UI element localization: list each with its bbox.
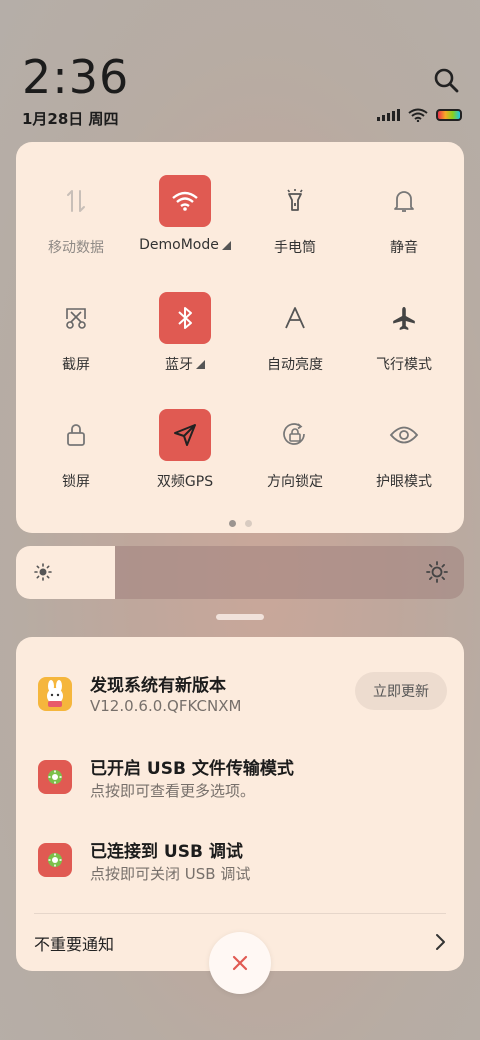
notification-title: 已连接到 USB 调试: [90, 842, 243, 862]
tile-label: 移动数据: [48, 240, 104, 256]
tile-auto-brightness[interactable]: 自动亮度: [240, 292, 350, 402]
bell-icon: [378, 175, 430, 227]
notification-panel: 发现系统有新版本 V12.0.6.0.QFKCNXM 立即更新 已开启 USB …: [16, 637, 464, 971]
tile-label: DemoMode: [139, 237, 219, 253]
tile-label: 方向锁定: [267, 474, 323, 490]
page-indicator: [16, 520, 464, 527]
notification-title: 发现系统有新版本: [90, 676, 226, 696]
search-icon: [434, 68, 459, 93]
tile-gps[interactable]: 双频GPS: [130, 409, 240, 519]
tile-label: 截屏: [62, 357, 90, 373]
tile-label-row: 蓝牙: [165, 354, 205, 374]
tile-label: 自动亮度: [267, 357, 323, 373]
notification-usb-debug[interactable]: 已连接到 USB 调试 点按即可关闭 USB 调试: [16, 831, 464, 901]
bluetooth-icon: [159, 292, 211, 344]
expand-triangle-icon[interactable]: [196, 359, 205, 369]
close-icon: [232, 955, 248, 971]
brightness-slider[interactable]: [16, 546, 464, 599]
tile-airplane[interactable]: 飞行模式: [349, 292, 459, 402]
cellular-signal-icon: [377, 109, 400, 121]
date: 1月28日 周四: [22, 110, 119, 128]
expand-triangle-icon[interactable]: [221, 240, 231, 250]
clock: 2:36: [22, 50, 130, 104]
tile-wifi[interactable]: DemoMode: [130, 175, 240, 285]
notification-subtitle: 点按即可查看更多选项。: [90, 782, 256, 800]
airplane-icon: [378, 292, 430, 344]
updater-app-icon: [38, 677, 72, 711]
tile-silent[interactable]: 静音: [349, 175, 459, 285]
tile-screenshot[interactable]: 截屏: [21, 292, 131, 402]
quick-settings-panel: 移动数据 DemoMode 手电筒 静音 截屏 蓝牙 自动亮度 飞行模式 锁屏 …: [16, 142, 464, 533]
search-button[interactable]: [432, 66, 460, 94]
clear-all-button[interactable]: [209, 932, 271, 994]
tile-label: 飞行模式: [376, 357, 432, 373]
tile-label: 蓝牙: [165, 357, 193, 373]
brightness-high-icon: [426, 561, 448, 583]
lock-icon: [50, 409, 102, 461]
update-now-button[interactable]: 立即更新: [355, 672, 447, 710]
notification-system-update[interactable]: 发现系统有新版本 V12.0.6.0.QFKCNXM 立即更新: [16, 665, 464, 735]
eye-icon: [378, 409, 430, 461]
tile-rotation-lock[interactable]: 方向锁定: [240, 409, 350, 519]
tile-label: 手电筒: [274, 240, 316, 256]
drag-handle[interactable]: [216, 614, 264, 620]
status-bar-icons: [377, 108, 462, 122]
page-dot-active[interactable]: [228, 520, 236, 527]
tile-label-row: DemoMode: [139, 237, 231, 253]
wifi-icon: [159, 175, 211, 227]
auto-brightness-icon: [269, 292, 321, 344]
divider: [34, 913, 446, 914]
tile-label: 双频GPS: [156, 474, 214, 490]
notification-usb-transfer[interactable]: 已开启 USB 文件传输模式 点按即可查看更多选项。: [16, 748, 464, 818]
tile-flashlight[interactable]: 手电筒: [240, 175, 350, 285]
battery-icon: [436, 109, 462, 121]
notification-title: 已开启 USB 文件传输模式: [90, 759, 294, 779]
tile-label: 静音: [390, 240, 418, 256]
android-settings-icon: [38, 760, 72, 794]
wifi-status-icon: [408, 108, 428, 122]
chevron-right-icon[interactable]: [434, 933, 446, 951]
brightness-fill: [16, 546, 115, 599]
screenshot-icon: [50, 292, 102, 344]
mobile-data-icon: [50, 175, 102, 227]
tile-mobile-data[interactable]: 移动数据: [21, 175, 131, 285]
flashlight-icon: [269, 175, 321, 227]
brightness-low-icon: [34, 563, 52, 581]
page-dot[interactable]: [244, 520, 252, 527]
tile-lock-screen[interactable]: 锁屏: [21, 409, 131, 519]
android-settings-icon: [38, 843, 72, 877]
unimportant-notifications-link[interactable]: 不重要通知: [34, 931, 114, 955]
tile-label: 护眼模式: [376, 474, 432, 490]
tile-label: 锁屏: [62, 474, 90, 490]
notification-subtitle: V12.0.6.0.QFKCNXM: [90, 697, 242, 715]
tile-bluetooth[interactable]: 蓝牙: [130, 292, 240, 402]
gps-icon: [159, 409, 211, 461]
tile-eye-care[interactable]: 护眼模式: [349, 409, 459, 519]
notification-subtitle: 点按即可关闭 USB 调试: [90, 865, 251, 883]
rotation-lock-icon: [269, 409, 321, 461]
